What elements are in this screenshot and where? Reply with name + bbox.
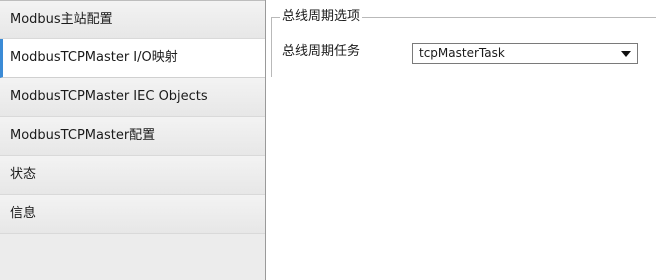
group-title: 总线周期选项 [280,8,363,26]
main-panel: 总线周期选项 总线周期任务 tcpMasterTask [266,0,656,280]
sidebar-item-info[interactable]: 信息 [0,195,265,234]
bus-cycle-task-label: 总线周期任务 [282,44,361,59]
sidebar-item-label: ModbusTCPMaster IEC Objects [10,89,208,104]
sidebar-item-label: 状态 [10,167,37,182]
bus-cycle-task-select[interactable]: tcpMasterTask [412,43,638,64]
sidebar-item-label: ModbusTCPMaster I/O映射 [10,50,178,65]
bus-cycle-task-value: tcpMasterTask [419,46,505,60]
chevron-down-icon[interactable] [621,51,631,57]
sidebar: Modbus主站配置 ModbusTCPMaster I/O映射 ModbusT… [0,0,266,280]
sidebar-item-tcp-master-config[interactable]: ModbusTCPMaster配置 [0,117,265,156]
sidebar-item-status[interactable]: 状态 [0,156,265,195]
sidebar-item-label: Modbus主站配置 [10,12,113,27]
sidebar-item-modbus-master-config[interactable]: Modbus主站配置 [0,0,265,39]
sidebar-item-io-mapping[interactable]: ModbusTCPMaster I/O映射 [0,39,265,78]
sidebar-item-label: 信息 [10,206,37,221]
sidebar-item-label: ModbusTCPMaster配置 [10,128,156,143]
sidebar-item-iec-objects[interactable]: ModbusTCPMaster IEC Objects [0,78,265,117]
